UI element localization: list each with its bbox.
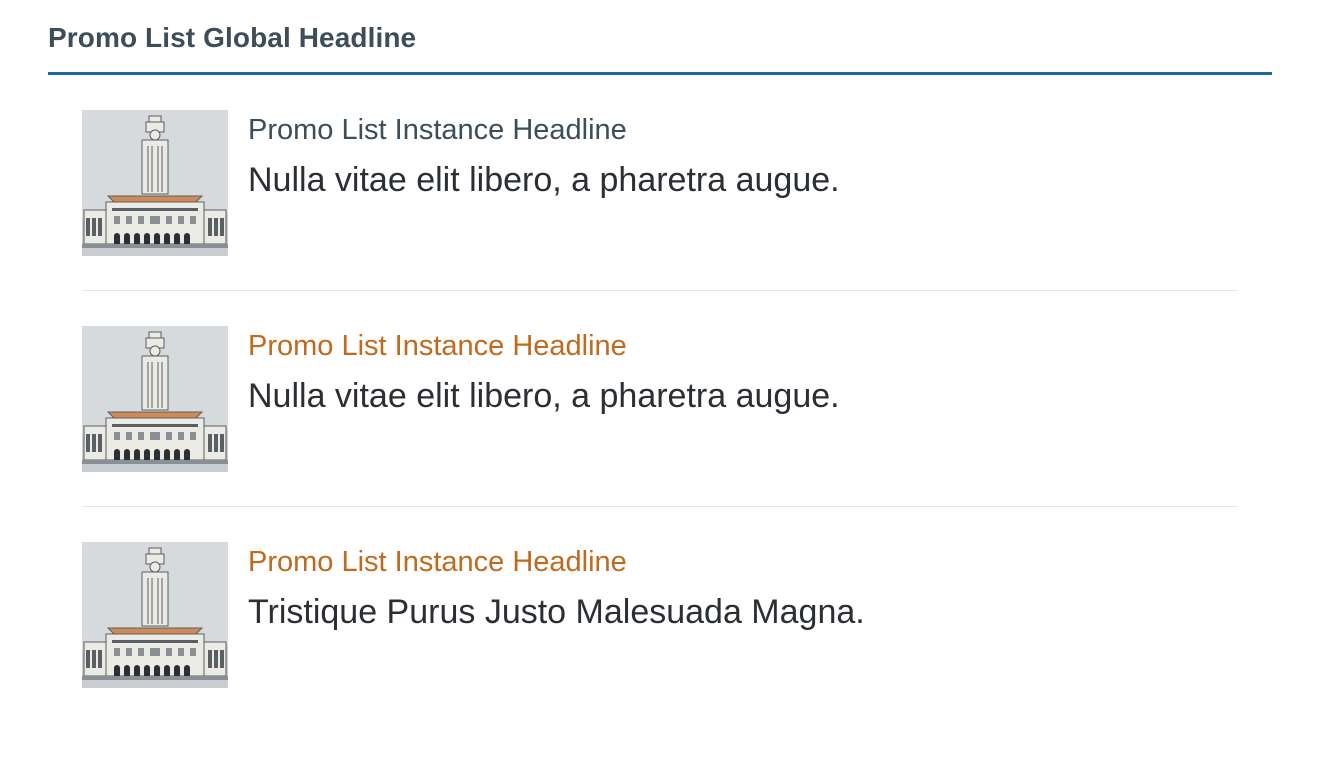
tower-illustration-thumbnail[interactable] (82, 326, 228, 472)
promo-item: Promo List Instance Headline Nulla vitae… (82, 110, 1238, 326)
global-headline: Promo List Global Headline (48, 22, 417, 53)
headline-divider (48, 72, 1272, 75)
promo-item: Promo List Instance Headline Tristique P… (82, 542, 1238, 758)
promo-item-headline-link[interactable]: Promo List Instance Headline (248, 328, 1228, 364)
promo-item-text: Promo List Instance Headline Nulla vitae… (248, 112, 1228, 200)
item-divider (82, 506, 1238, 507)
tower-illustration-thumbnail[interactable] (82, 110, 228, 256)
promo-item-text: Promo List Instance Headline Tristique P… (248, 544, 1228, 632)
promo-item-headline-link[interactable]: Promo List Instance Headline (248, 544, 1228, 580)
promo-item-description: Nulla vitae elit libero, a pharetra augu… (248, 161, 840, 199)
promo-item: Promo List Instance Headline Nulla vitae… (82, 326, 1238, 542)
tower-illustration-icon (82, 542, 228, 688)
promo-item-description: Nulla vitae elit libero, a pharetra augu… (248, 377, 840, 415)
promo-list: Promo List Instance Headline Nulla vitae… (82, 110, 1238, 758)
item-divider (82, 290, 1238, 291)
promo-item-text: Promo List Instance Headline Nulla vitae… (248, 328, 1228, 416)
promo-list-block: Promo List Global Headline Promo List In… (48, 18, 1272, 688)
tower-illustration-icon (82, 110, 228, 256)
promo-item-headline-link[interactable]: Promo List Instance Headline (248, 112, 1228, 148)
promo-item-description: Tristique Purus Justo Malesuada Magna. (248, 593, 865, 631)
tower-illustration-thumbnail[interactable] (82, 542, 228, 688)
tower-illustration-icon (82, 326, 228, 472)
